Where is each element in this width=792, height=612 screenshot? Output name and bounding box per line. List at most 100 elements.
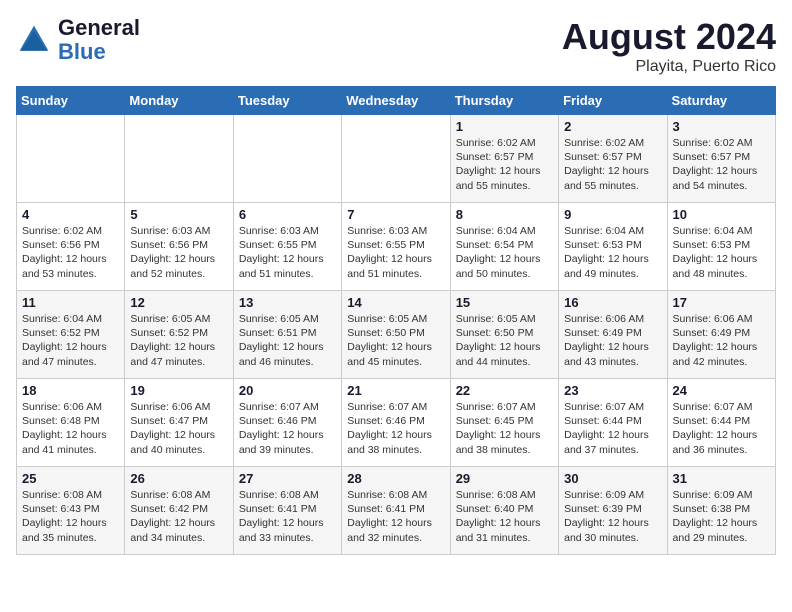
day-info: Sunrise: 6:08 AM Sunset: 6:40 PM Dayligh…: [456, 488, 553, 545]
calendar-table: SundayMondayTuesdayWednesdayThursdayFrid…: [16, 86, 776, 555]
calendar-cell: 30 Sunrise: 6:09 AM Sunset: 6:39 PM Dayli…: [559, 467, 667, 555]
calendar-cell: 12 Sunrise: 6:05 AM Sunset: 6:52 PM Dayli…: [125, 291, 233, 379]
day-info: Sunrise: 6:06 AM Sunset: 6:47 PM Dayligh…: [130, 400, 227, 457]
day-info: Sunrise: 6:03 AM Sunset: 6:55 PM Dayligh…: [347, 224, 444, 281]
day-info: Sunrise: 6:02 AM Sunset: 6:57 PM Dayligh…: [673, 136, 770, 193]
day-number: 7: [347, 207, 444, 222]
calendar-cell: 10 Sunrise: 6:04 AM Sunset: 6:53 PM Dayli…: [667, 203, 775, 291]
day-info: Sunrise: 6:08 AM Sunset: 6:41 PM Dayligh…: [347, 488, 444, 545]
day-number: 26: [130, 471, 227, 486]
calendar-cell: 13 Sunrise: 6:05 AM Sunset: 6:51 PM Dayli…: [233, 291, 341, 379]
day-info: Sunrise: 6:05 AM Sunset: 6:51 PM Dayligh…: [239, 312, 336, 369]
day-info: Sunrise: 6:06 AM Sunset: 6:48 PM Dayligh…: [22, 400, 119, 457]
day-info: Sunrise: 6:06 AM Sunset: 6:49 PM Dayligh…: [673, 312, 770, 369]
calendar-cell: 5 Sunrise: 6:03 AM Sunset: 6:56 PM Daylig…: [125, 203, 233, 291]
day-header-tuesday: Tuesday: [233, 87, 341, 115]
calendar-cell: 29 Sunrise: 6:08 AM Sunset: 6:40 PM Dayli…: [450, 467, 558, 555]
location: Playita, Puerto Rico: [562, 58, 776, 76]
day-info: Sunrise: 6:07 AM Sunset: 6:46 PM Dayligh…: [347, 400, 444, 457]
day-number: 25: [22, 471, 119, 486]
day-number: 10: [673, 207, 770, 222]
title-block: August 2024 Playita, Puerto Rico: [562, 16, 776, 76]
calendar-cell: 8 Sunrise: 6:04 AM Sunset: 6:54 PM Daylig…: [450, 203, 558, 291]
day-number: 30: [564, 471, 661, 486]
day-number: 22: [456, 383, 553, 398]
day-number: 19: [130, 383, 227, 398]
calendar-cell: 11Sunrise: 6:04 AM Sunset: 6:52 PM Dayli…: [17, 291, 125, 379]
days-header-row: SundayMondayTuesdayWednesdayThursdayFrid…: [17, 87, 776, 115]
calendar-cell: 22 Sunrise: 6:07 AM Sunset: 6:45 PM Dayli…: [450, 379, 558, 467]
day-number: 13: [239, 295, 336, 310]
calendar-cell: 14 Sunrise: 6:05 AM Sunset: 6:50 PM Dayli…: [342, 291, 450, 379]
calendar-cell: 2 Sunrise: 6:02 AM Sunset: 6:57 PM Daylig…: [559, 115, 667, 203]
day-number: 5: [130, 207, 227, 222]
calendar-cell: [125, 115, 233, 203]
calendar-cell: 20 Sunrise: 6:07 AM Sunset: 6:46 PM Dayli…: [233, 379, 341, 467]
day-header-wednesday: Wednesday: [342, 87, 450, 115]
calendar-cell: 9Sunrise: 6:04 AM Sunset: 6:53 PM Daylig…: [559, 203, 667, 291]
week-row-5: 25 Sunrise: 6:08 AM Sunset: 6:43 PM Dayli…: [17, 467, 776, 555]
day-info: Sunrise: 6:02 AM Sunset: 6:56 PM Dayligh…: [22, 224, 119, 281]
page-header: General Blue August 2024 Playita, Puerto…: [16, 16, 776, 76]
calendar-cell: 17 Sunrise: 6:06 AM Sunset: 6:49 PM Dayli…: [667, 291, 775, 379]
day-number: 18: [22, 383, 119, 398]
calendar-cell: 18 Sunrise: 6:06 AM Sunset: 6:48 PM Dayli…: [17, 379, 125, 467]
day-number: 20: [239, 383, 336, 398]
day-info: Sunrise: 6:08 AM Sunset: 6:42 PM Dayligh…: [130, 488, 227, 545]
day-number: 23: [564, 383, 661, 398]
day-number: 8: [456, 207, 553, 222]
day-info: Sunrise: 6:08 AM Sunset: 6:43 PM Dayligh…: [22, 488, 119, 545]
day-number: 2: [564, 119, 661, 134]
logo: General Blue: [16, 16, 140, 64]
calendar-cell: 24 Sunrise: 6:07 AM Sunset: 6:44 PM Dayli…: [667, 379, 775, 467]
day-number: 9: [564, 207, 661, 222]
day-info: Sunrise: 6:05 AM Sunset: 6:52 PM Dayligh…: [130, 312, 227, 369]
logo-text: General Blue: [58, 16, 140, 64]
calendar-cell: 1 Sunrise: 6:02 AM Sunset: 6:57 PM Daylig…: [450, 115, 558, 203]
logo-icon: [16, 22, 52, 58]
calendar-cell: 3Sunrise: 6:02 AM Sunset: 6:57 PM Daylig…: [667, 115, 775, 203]
calendar-cell: 19 Sunrise: 6:06 AM Sunset: 6:47 PM Dayli…: [125, 379, 233, 467]
day-info: Sunrise: 6:05 AM Sunset: 6:50 PM Dayligh…: [347, 312, 444, 369]
day-info: Sunrise: 6:08 AM Sunset: 6:41 PM Dayligh…: [239, 488, 336, 545]
day-info: Sunrise: 6:02 AM Sunset: 6:57 PM Dayligh…: [564, 136, 661, 193]
day-header-friday: Friday: [559, 87, 667, 115]
month-year: August 2024: [562, 16, 776, 58]
day-info: Sunrise: 6:03 AM Sunset: 6:56 PM Dayligh…: [130, 224, 227, 281]
day-info: Sunrise: 6:07 AM Sunset: 6:45 PM Dayligh…: [456, 400, 553, 457]
calendar-cell: 16 Sunrise: 6:06 AM Sunset: 6:49 PM Dayli…: [559, 291, 667, 379]
day-info: Sunrise: 6:09 AM Sunset: 6:39 PM Dayligh…: [564, 488, 661, 545]
day-number: 16: [564, 295, 661, 310]
calendar-cell: 26 Sunrise: 6:08 AM Sunset: 6:42 PM Dayli…: [125, 467, 233, 555]
day-number: 29: [456, 471, 553, 486]
day-header-saturday: Saturday: [667, 87, 775, 115]
day-number: 14: [347, 295, 444, 310]
calendar-cell: 25 Sunrise: 6:08 AM Sunset: 6:43 PM Dayli…: [17, 467, 125, 555]
calendar-cell: 6Sunrise: 6:03 AM Sunset: 6:55 PM Daylig…: [233, 203, 341, 291]
week-row-2: 4Sunrise: 6:02 AM Sunset: 6:56 PM Daylig…: [17, 203, 776, 291]
day-number: 24: [673, 383, 770, 398]
day-number: 6: [239, 207, 336, 222]
calendar-cell: 21Sunrise: 6:07 AM Sunset: 6:46 PM Dayli…: [342, 379, 450, 467]
day-info: Sunrise: 6:07 AM Sunset: 6:46 PM Dayligh…: [239, 400, 336, 457]
calendar-cell: [342, 115, 450, 203]
day-number: 17: [673, 295, 770, 310]
day-info: Sunrise: 6:04 AM Sunset: 6:53 PM Dayligh…: [673, 224, 770, 281]
day-info: Sunrise: 6:04 AM Sunset: 6:52 PM Dayligh…: [22, 312, 119, 369]
day-number: 12: [130, 295, 227, 310]
day-info: Sunrise: 6:04 AM Sunset: 6:54 PM Dayligh…: [456, 224, 553, 281]
week-row-1: 1 Sunrise: 6:02 AM Sunset: 6:57 PM Daylig…: [17, 115, 776, 203]
day-number: 15: [456, 295, 553, 310]
day-info: Sunrise: 6:07 AM Sunset: 6:44 PM Dayligh…: [673, 400, 770, 457]
day-info: Sunrise: 6:06 AM Sunset: 6:49 PM Dayligh…: [564, 312, 661, 369]
day-number: 1: [456, 119, 553, 134]
day-info: Sunrise: 6:07 AM Sunset: 6:44 PM Dayligh…: [564, 400, 661, 457]
calendar-cell: 28 Sunrise: 6:08 AM Sunset: 6:41 PM Dayli…: [342, 467, 450, 555]
day-info: Sunrise: 6:02 AM Sunset: 6:57 PM Dayligh…: [456, 136, 553, 193]
day-info: Sunrise: 6:05 AM Sunset: 6:50 PM Dayligh…: [456, 312, 553, 369]
calendar-cell: [233, 115, 341, 203]
day-number: 28: [347, 471, 444, 486]
day-header-sunday: Sunday: [17, 87, 125, 115]
day-header-monday: Monday: [125, 87, 233, 115]
calendar-cell: 7 Sunrise: 6:03 AM Sunset: 6:55 PM Daylig…: [342, 203, 450, 291]
